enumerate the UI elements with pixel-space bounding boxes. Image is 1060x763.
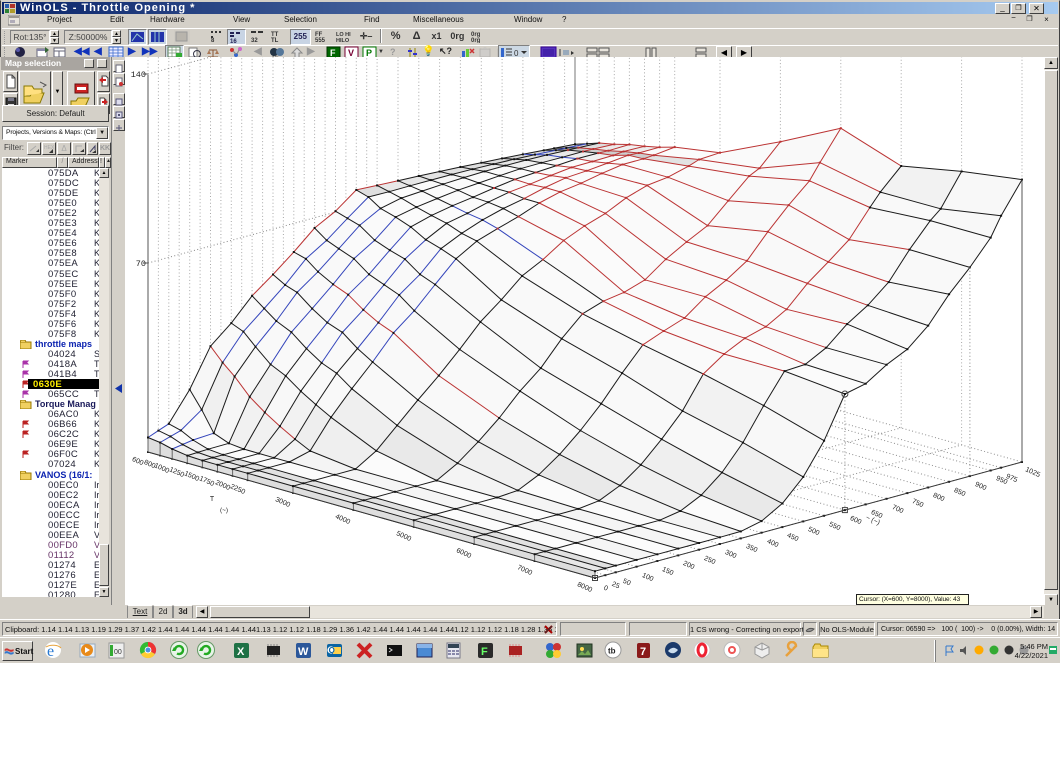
svg-text:7: 7 [640,646,646,658]
svg-text:1025: 1025 [1024,466,1041,479]
svg-text:600: 600 [131,456,145,467]
svg-text:850: 850 [953,487,967,498]
svg-text:700: 700 [891,504,905,515]
svg-text:5000: 5000 [395,530,412,543]
svg-text:T: T [210,496,215,503]
svg-text:200: 200 [682,560,696,571]
svg-text:1000: 1000 [153,462,170,475]
svg-text:900: 900 [974,481,988,492]
svg-text:(~): (~) [220,507,228,514]
svg-text:750: 750 [911,498,925,509]
svg-text:100: 100 [641,572,655,583]
svg-text:32: 32 [251,38,258,43]
svg-text:F: F [481,646,488,658]
svg-text:2250: 2250 [229,483,246,496]
svg-text:400: 400 [766,538,780,549]
svg-text:50: 50 [622,578,632,588]
svg-text:00: 00 [114,649,122,656]
svg-text:600: 600 [849,515,863,526]
svg-text:8000: 8000 [576,581,593,594]
svg-text:8: 8 [211,38,215,43]
svg-text:150: 150 [661,566,675,577]
svg-text:800: 800 [932,492,946,503]
svg-text:tb: tb [608,647,616,656]
svg-text:6000: 6000 [455,547,472,560]
svg-text:3000: 3000 [274,496,291,509]
svg-text:X: X [237,646,245,658]
svg-text:555: 555 [315,38,326,43]
svg-text:25: 25 [611,581,621,591]
svg-text:450: 450 [786,532,800,543]
svg-text:0rg: 0rg [471,38,481,43]
svg-text:O: O [329,646,335,655]
svg-text:250: 250 [703,555,717,566]
svg-text:4000: 4000 [334,513,351,526]
svg-text:500: 500 [807,526,821,537]
svg-text:1250: 1250 [168,466,185,479]
svg-text:7000: 7000 [516,564,533,577]
svg-text:140: 140 [131,70,146,80]
svg-text:300: 300 [724,549,738,560]
svg-text:350: 350 [745,543,759,554]
svg-text:TL: TL [271,38,279,43]
svg-text:0: 0 [602,585,609,593]
svg-text:2000: 2000 [214,479,231,492]
svg-text:70: 70 [136,259,146,269]
svg-text:W: W [298,646,309,658]
svg-text:HILO: HILO [336,38,350,43]
svg-text:1750: 1750 [198,475,215,488]
svg-text:550: 550 [828,521,842,532]
svg-text:16: 16 [230,39,237,44]
